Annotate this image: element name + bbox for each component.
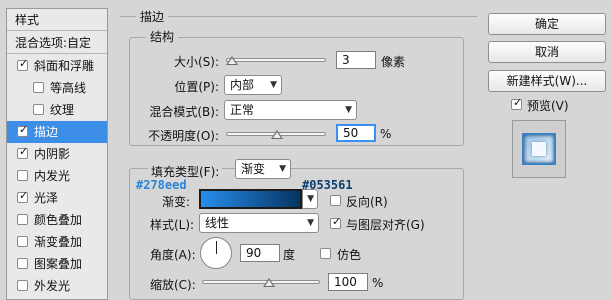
opacity-unit: %: [380, 127, 392, 141]
style-list-label: 外发光: [34, 279, 71, 293]
fill-type-value: 渐变: [241, 162, 266, 176]
checkmark-icon: ✓: [19, 189, 29, 202]
style-list-label: 斜面和浮雕: [34, 59, 95, 73]
style-list-item[interactable]: 渐变叠加: [7, 231, 107, 253]
new-style-button[interactable]: 新建样式(W)...: [488, 70, 606, 92]
cancel-button[interactable]: 取消: [488, 41, 606, 63]
angle-unit: 度: [283, 248, 296, 262]
style-list-item[interactable]: 等高线: [7, 77, 107, 99]
style-list-label: 图案叠加: [34, 257, 83, 271]
align-with-layer-label: 与图层对齐(G): [346, 218, 425, 232]
style-list-checkbox[interactable]: [17, 170, 28, 181]
size-slider-thumb[interactable]: [226, 56, 238, 65]
style-list-item[interactable]: 颜色叠加: [7, 209, 107, 231]
chevron-down-icon: ▼: [279, 164, 286, 174]
scale-slider-thumb[interactable]: [263, 278, 275, 287]
dither-label: 仿色: [337, 248, 362, 262]
opacity-label: 不透明度(O):: [148, 129, 219, 143]
blend-options-item[interactable]: 混合选项:自定: [7, 32, 107, 54]
style-select[interactable]: 线性 ▼: [199, 213, 319, 233]
opacity-input[interactable]: 50: [336, 124, 376, 142]
style-list-label: 渐变叠加: [34, 235, 83, 249]
reverse-label: 反向(R): [346, 195, 388, 209]
style-list-checkbox[interactable]: [17, 214, 28, 225]
style-list-item[interactable]: ✓ 内阴影: [7, 143, 107, 165]
stroke-section-title: 描边: [136, 8, 169, 25]
fill-type-select[interactable]: 渐变 ▼: [235, 159, 291, 179]
chevron-down-icon: ▼: [345, 105, 352, 115]
style-list-label: 光泽: [34, 191, 59, 205]
reverse-checkbox[interactable]: [330, 195, 341, 206]
position-label: 位置(P):: [174, 80, 219, 94]
gradient-start-annotation: #278eed: [136, 178, 187, 192]
blend-mode-value: 正常: [230, 103, 255, 117]
style-list-item[interactable]: 内发光: [7, 165, 107, 187]
preview-checkbox[interactable]: ✓: [511, 96, 523, 110]
preview-swatch-highlight: [532, 142, 546, 156]
checkmark-icon: ✓: [19, 123, 29, 136]
chevron-down-icon: ▼: [307, 194, 314, 204]
style-list-item[interactable]: 外发光: [7, 275, 107, 297]
position-select[interactable]: 内部 ▼: [224, 75, 282, 95]
scale-slider-track[interactable]: [202, 280, 320, 284]
style-list-checkbox[interactable]: ✓: [17, 57, 29, 71]
style-list-label: 描边: [34, 125, 59, 139]
checkmark-icon: ✓: [19, 57, 29, 70]
gradient-label: 渐变:: [161, 195, 190, 209]
position-value: 内部: [230, 78, 255, 92]
style-label: 样式(L):: [150, 218, 195, 232]
size-slider-track[interactable]: [226, 58, 326, 62]
style-list-item[interactable]: ✓ 斜面和浮雕: [7, 55, 107, 77]
blend-mode-select[interactable]: 正常 ▼: [224, 100, 357, 120]
style-preview-thumbnail: [512, 120, 566, 178]
style-list-item[interactable]: ✓ 描边: [7, 121, 107, 143]
style-list-checkbox[interactable]: ✓: [17, 189, 29, 203]
style-list-item[interactable]: 纹理: [7, 99, 107, 121]
style-list-checkbox[interactable]: [17, 236, 28, 247]
size-input[interactable]: 3: [336, 51, 376, 69]
style-list-checkbox[interactable]: [17, 258, 28, 269]
styles-header[interactable]: 样式: [7, 9, 107, 31]
size-unit: 像素: [381, 55, 406, 69]
opacity-slider-thumb[interactable]: [271, 130, 283, 139]
scale-label: 缩放(C):: [150, 278, 196, 292]
style-list-checkbox[interactable]: [17, 280, 28, 291]
preview-label: 预览(V): [527, 99, 569, 113]
chevron-down-icon: ▼: [270, 80, 277, 90]
style-list-label: 内阴影: [34, 147, 71, 161]
stroke-title-rule: [120, 16, 477, 17]
align-with-layer-checkbox[interactable]: ✓: [330, 215, 342, 229]
blend-mode-label: 混合模式(B):: [149, 105, 219, 119]
scale-input[interactable]: 100: [328, 273, 368, 291]
angle-dial[interactable]: [200, 237, 232, 269]
chevron-down-icon: ▼: [307, 218, 314, 228]
style-list-label: 等高线: [50, 81, 87, 95]
gradient-swatch[interactable]: [199, 189, 302, 209]
style-value: 线性: [205, 216, 230, 230]
angle-dial-needle: [216, 241, 217, 254]
style-list-item[interactable]: 图案叠加: [7, 253, 107, 275]
style-list-label: 内发光: [34, 169, 71, 183]
checkmark-icon: ✓: [19, 145, 29, 158]
structure-group-title: 结构: [146, 28, 179, 45]
style-list-item[interactable]: ✓ 光泽: [7, 187, 107, 209]
style-list-checkbox[interactable]: [33, 82, 44, 93]
gradient-dropdown-button[interactable]: ▼: [302, 189, 318, 209]
style-list-label: 颜色叠加: [34, 213, 83, 227]
style-list-label: 纹理: [50, 103, 75, 117]
styles-list-panel: 样式 混合选项:自定 ✓ 斜面和浮雕等高线纹理 ✓ 描边 ✓ 内阴影内发光 ✓ 光泽颜色叠加渐…: [6, 8, 108, 300]
preview-swatch: [522, 133, 556, 165]
size-label: 大小(S):: [173, 55, 219, 69]
ok-button[interactable]: 确定: [488, 13, 606, 35]
style-list-checkbox[interactable]: ✓: [17, 123, 29, 137]
style-list-checkbox[interactable]: [33, 104, 44, 115]
style-list-checkbox[interactable]: ✓: [17, 145, 29, 159]
checkmark-icon: ✓: [332, 215, 342, 228]
angle-input[interactable]: 90: [240, 244, 280, 262]
dither-checkbox[interactable]: [320, 248, 331, 259]
scale-unit: %: [372, 276, 384, 290]
checkmark-icon: ✓: [513, 96, 523, 109]
angle-label: 角度(A):: [150, 248, 196, 262]
